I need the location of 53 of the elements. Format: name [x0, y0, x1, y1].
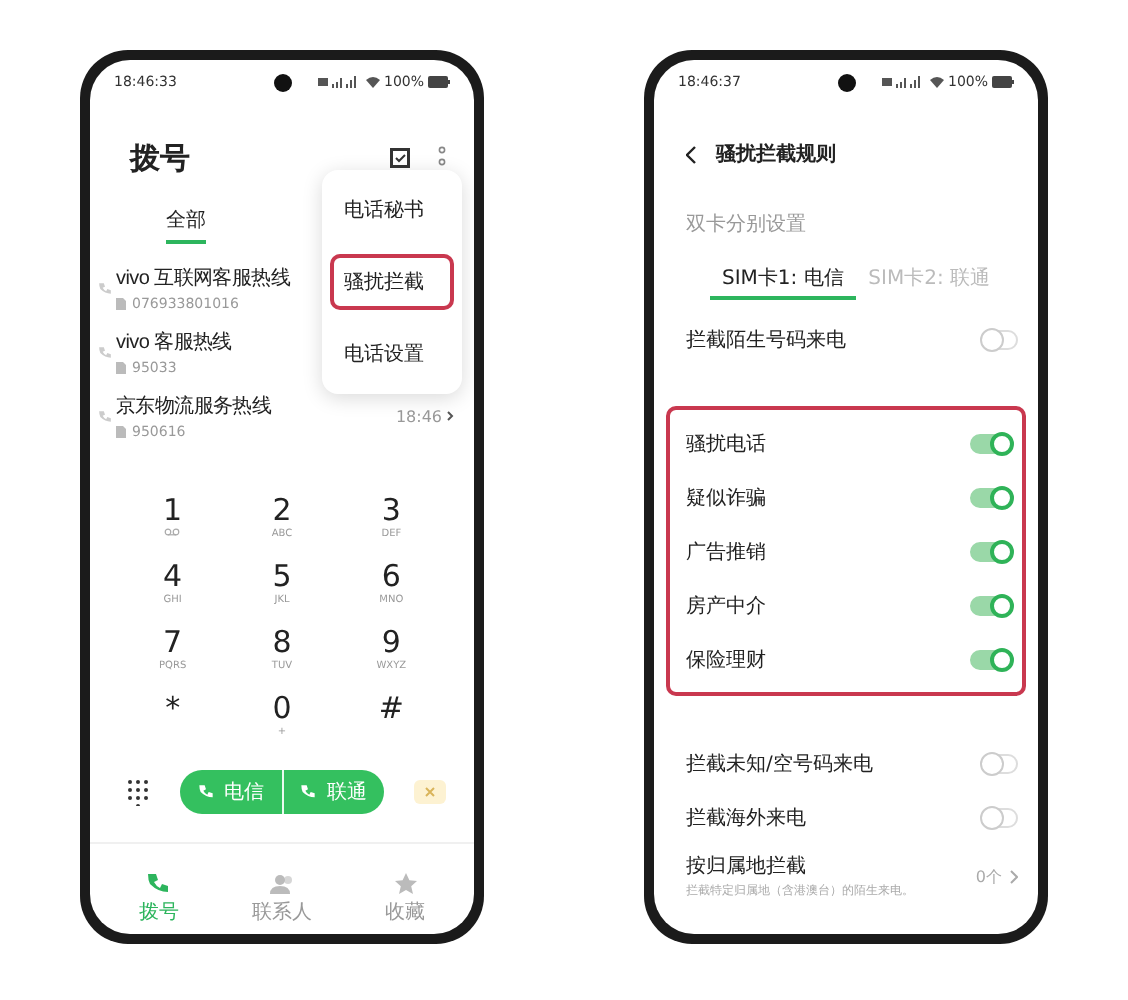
phone-icon: [98, 281, 112, 295]
battery-icon: [992, 76, 1014, 88]
signal-icon: [317, 76, 362, 88]
dialpad-icon[interactable]: [126, 778, 150, 806]
setting-label: 拦截海外来电: [686, 805, 806, 831]
chevron-icon[interactable]: [446, 410, 454, 422]
toggle-switch[interactable]: [982, 753, 1018, 773]
sim-tab[interactable]: SIM卡1: 电信: [710, 262, 856, 300]
toggle-switch[interactable]: [982, 807, 1018, 827]
sim-icon: [116, 426, 126, 438]
contact-name[interactable]: 京东物流服务热线: [116, 392, 392, 420]
phone-icon: [98, 345, 112, 359]
setting-label: 拦截陌生号码来电: [686, 327, 846, 353]
page-title: 拨号: [130, 139, 190, 177]
phone-icon: [300, 784, 317, 800]
voicemail-icon: [164, 528, 181, 536]
call-time: 18:46: [395, 407, 442, 425]
setting-label: 房产中介: [686, 593, 766, 619]
tab[interactable]: 全部: [166, 206, 206, 244]
back-icon[interactable]: [686, 145, 696, 163]
more-icon[interactable]: [438, 146, 446, 170]
phone-icon: [197, 784, 214, 800]
setting-label[interactable]: 按归属地拦截: [686, 852, 914, 880]
camera-hole: [273, 74, 291, 92]
setting-label: 疑似诈骗: [686, 485, 766, 511]
setting-label: 骚扰电话: [686, 431, 766, 457]
wifi-icon: [929, 76, 944, 88]
signal-icon: [881, 76, 926, 88]
close-icon: [424, 786, 436, 798]
dial-key[interactable]: *: [118, 692, 228, 746]
phone-icon: [146, 872, 171, 896]
menu-item[interactable]: 电话设置: [330, 326, 454, 382]
battery-icon: [428, 76, 450, 88]
wifi-icon: [365, 76, 380, 88]
dial-key[interactable]: #: [336, 692, 446, 746]
dial-key[interactable]: 1: [118, 494, 228, 548]
section-label: 双卡分别设置: [684, 211, 808, 238]
star-icon: [393, 872, 418, 896]
menu-item[interactable]: 骚扰拦截: [330, 254, 454, 310]
phone-icon: [98, 409, 112, 423]
delete-button[interactable]: [414, 780, 446, 804]
setting-label: 拦截未知/空号码来电: [686, 751, 873, 777]
sim-icon: [116, 362, 126, 374]
sim-icon: [116, 298, 126, 310]
contacts-icon: [269, 872, 294, 896]
setting-label: 广告推销: [686, 539, 766, 565]
toggle-switch[interactable]: [982, 329, 1018, 349]
camera-hole: [837, 74, 855, 92]
menu-item[interactable]: 电话秘书: [330, 182, 454, 238]
checkbox-icon[interactable]: [390, 148, 410, 168]
page-title: 骚扰拦截规则: [716, 141, 836, 168]
setting-value: 0个: [975, 865, 1002, 887]
setting-label: 保险理财: [686, 647, 766, 673]
